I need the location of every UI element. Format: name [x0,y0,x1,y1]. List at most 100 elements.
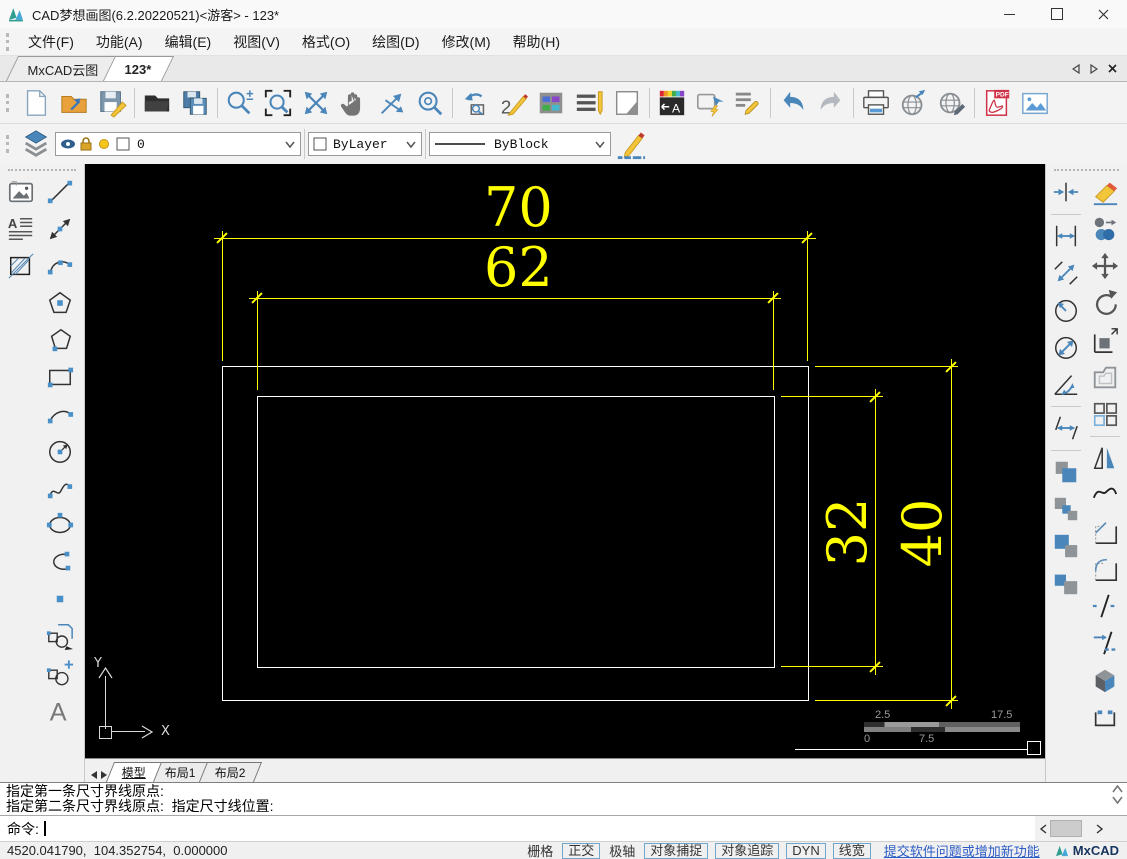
menu-file[interactable]: 文件(F) [17,29,85,55]
close-button[interactable] [1080,0,1127,28]
layer-combobox[interactable]: 0 [55,132,301,156]
dim-aligned-button[interactable] [1048,255,1084,291]
toggle-osnap[interactable]: 对象捕捉 [644,842,709,859]
dim-continue-button[interactable] [1048,410,1084,446]
break-button[interactable] [1087,588,1123,624]
export-pdf-button[interactable]: PDF [979,84,1015,122]
arc-button[interactable] [42,248,78,284]
pan-button[interactable] [336,84,372,122]
trim-button[interactable] [1087,699,1123,735]
hscroll-left-icon[interactable] [1039,823,1047,834]
feedback-link[interactable]: 提交软件问题或增加新功能 [884,841,1040,859]
polygon-edge-button[interactable] [42,322,78,358]
export-image-button[interactable] [1017,84,1053,122]
drawing-canvas[interactable]: 70 62 32 40 Y X 2.5 17.5 0 7.5 [85,164,1045,758]
paste-clip-button[interactable] [1048,528,1084,564]
zoom-window-button[interactable] [260,84,296,122]
paste-block-button[interactable] [1048,565,1084,601]
layers-button[interactable] [18,125,54,163]
elliptical-arc-button[interactable] [42,544,78,580]
erase-button[interactable] [1087,174,1123,210]
layout-tab-model[interactable]: 模型 [105,762,163,782]
dim-radius-button[interactable] [1048,292,1084,328]
multiline-text-button[interactable]: A [3,211,39,247]
open-folder-button[interactable] [139,84,175,122]
toggle-lineweight[interactable]: 线宽 [832,842,871,859]
copy-clip-button[interactable] [1048,454,1084,490]
open-drawing-button[interactable] [56,84,92,122]
chevron-down-icon[interactable] [284,138,296,150]
menu-edit[interactable]: 编辑(E) [154,29,223,55]
chamfer-button[interactable] [1087,514,1123,550]
point-button[interactable] [42,581,78,617]
edit-web-button[interactable] [934,84,970,122]
dynamic-axes-button[interactable] [374,84,410,122]
copy-base-button[interactable] [1048,491,1084,527]
spline-edit-button[interactable] [1087,477,1123,513]
command-input[interactable]: 命令: [0,815,1127,841]
arc-3point-button[interactable] [42,396,78,432]
layout-page-button[interactable] [609,84,645,122]
dim-linear-button[interactable] [1048,218,1084,254]
toggle-grid[interactable]: 栅格 [525,841,555,859]
color-combobox[interactable]: ByLayer [308,132,422,156]
toggle-otrack[interactable]: 对象追踪 [715,842,780,859]
menu-modify[interactable]: 修改(M) [431,29,502,55]
text-style-button[interactable]: A [654,84,690,122]
select-button[interactable] [692,84,728,122]
copy-button[interactable] [1087,211,1123,247]
polygon-button[interactable] [42,285,78,321]
spline-button[interactable] [42,470,78,506]
hatch-button[interactable] [3,248,39,284]
menu-help[interactable]: 帮助(H) [502,29,571,55]
scale-button[interactable] [1087,322,1123,358]
single-text-button[interactable]: A [42,692,78,728]
toggle-ortho[interactable]: 正交 [562,842,601,859]
rectangle-button[interactable] [42,359,78,395]
zoom-inout-button[interactable] [222,84,258,122]
panel-grip[interactable] [8,169,76,171]
dim-angular-button[interactable] [1048,366,1084,402]
layout-scroll-left-icon[interactable] [89,770,98,780]
hscroll-thumb[interactable] [1050,820,1082,837]
toolbar-grip[interactable] [6,93,9,112]
match-properties-button[interactable] [730,84,766,122]
dim-snap-button[interactable] [1048,174,1084,210]
offset-button[interactable] [1087,359,1123,395]
tab-scroll-right-icon[interactable] [1090,63,1098,74]
linewidth-button[interactable] [612,125,648,163]
minimize-button[interactable] [986,0,1033,28]
toggle-dyn[interactable]: DYN [786,842,826,859]
scroll-up-icon[interactable] [1112,785,1123,793]
layout-tab-2[interactable]: 布局2 [198,762,262,782]
tab-current-drawing[interactable]: 123* [102,56,174,81]
create-block-button[interactable] [42,655,78,691]
hscroll-right-icon[interactable] [1096,823,1104,834]
menu-grip[interactable] [6,32,9,51]
print-button[interactable] [858,84,894,122]
circle-button[interactable] [42,433,78,469]
menu-draw[interactable]: 绘图(D) [361,29,430,55]
insert-block-button[interactable] [42,618,78,654]
array-button[interactable] [1087,396,1123,432]
explode-button[interactable] [1087,662,1123,698]
line-button[interactable] [42,174,78,210]
ellipse-button[interactable] [42,507,78,543]
save-all-button[interactable] [177,84,213,122]
panel-grip[interactable] [1054,169,1119,171]
new-file-button[interactable] [18,84,54,122]
linetype-combobox[interactable]: ByBlock [429,132,611,156]
dim-diameter-button[interactable] [1048,329,1084,365]
color-palette-button[interactable] [533,84,569,122]
zoom-center-button[interactable] [412,84,448,122]
redo-button[interactable] [813,84,849,122]
break-at-point-button[interactable] [1087,625,1123,661]
menu-function[interactable]: 功能(A) [85,29,154,55]
properties-grip[interactable] [6,135,9,153]
scroll-down-icon[interactable] [1112,796,1123,804]
chevron-down-icon[interactable] [594,138,606,150]
zoom-previous-button[interactable] [457,84,493,122]
publish-web-button[interactable] [896,84,932,122]
move-button[interactable] [1087,248,1123,284]
construction-line-button[interactable] [42,211,78,247]
